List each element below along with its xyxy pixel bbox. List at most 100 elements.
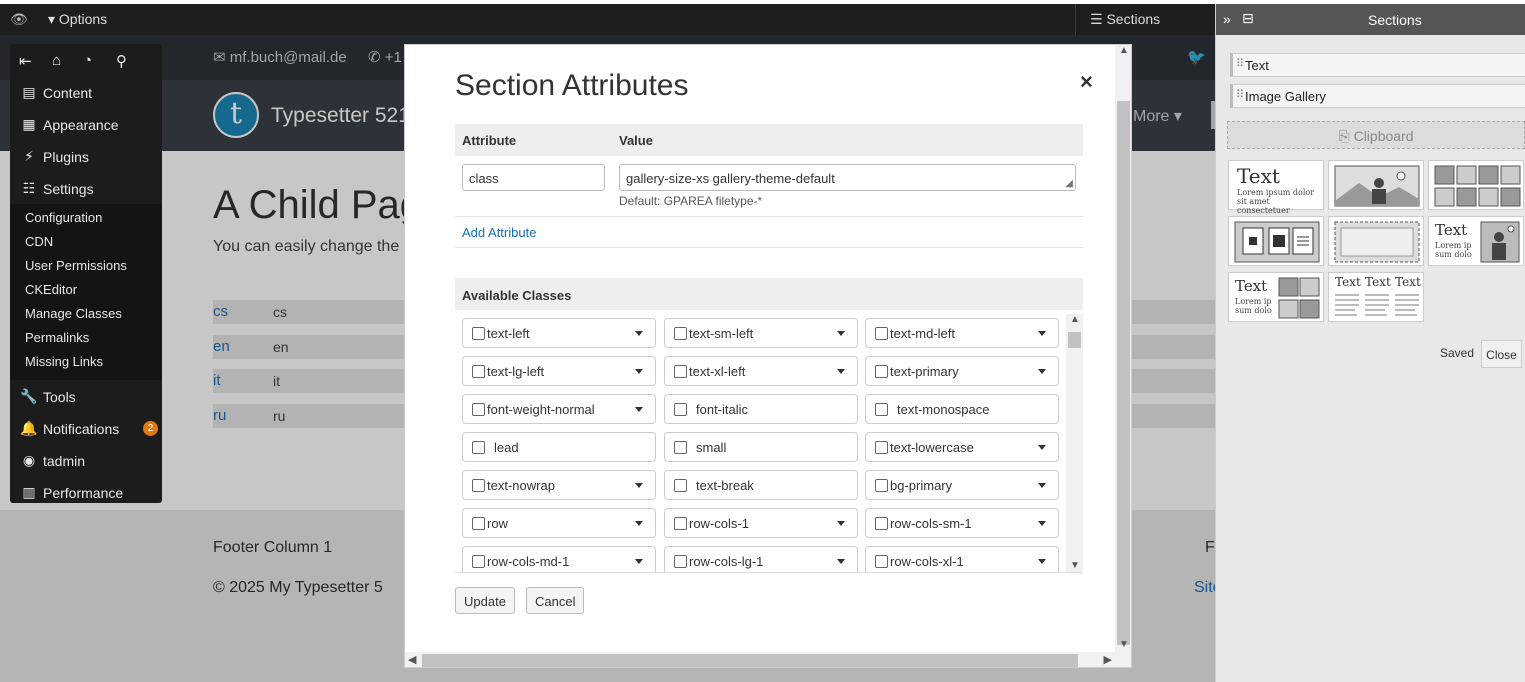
class-checkbox[interactable]	[875, 517, 888, 530]
class-checkbox[interactable]	[875, 403, 888, 416]
double-chevron-right-icon[interactable]: »	[1223, 11, 1231, 27]
class-option[interactable]: font-weight-normal	[462, 394, 656, 424]
cancel-button[interactable]: Cancel	[526, 587, 585, 614]
class-checkbox[interactable]	[472, 555, 485, 568]
scroll-left-icon[interactable]: ◀	[408, 653, 416, 666]
sections-toggle[interactable]: ☰ Sections	[1075, 4, 1215, 35]
class-list-scrollbar[interactable]: ▲ ▼	[1066, 314, 1083, 572]
scroll-up-icon[interactable]: ▲	[1119, 45, 1129, 56]
class-option[interactable]: text-left	[462, 318, 656, 348]
drag-handle-icon[interactable]: ⠿	[1236, 88, 1244, 101]
chevron-down-icon[interactable]	[635, 369, 643, 374]
class-option[interactable]: row-cols-md-1	[462, 546, 656, 572]
chevron-down-icon[interactable]	[635, 407, 643, 412]
chevron-down-icon[interactable]	[635, 521, 643, 526]
class-option[interactable]: text-nowrap	[462, 470, 656, 500]
class-checkbox[interactable]	[674, 479, 687, 492]
options-menu[interactable]: ▾ Options	[48, 11, 107, 28]
class-option[interactable]: lead	[462, 432, 656, 462]
scroll-down-icon[interactable]: ▼	[1070, 560, 1080, 571]
class-option[interactable]: small	[664, 432, 858, 462]
menu-tools[interactable]: 🔧 Tools	[10, 380, 162, 412]
menu-plugins[interactable]: ⚡ Plugins	[10, 140, 162, 172]
template-gallery-tile[interactable]	[1428, 160, 1524, 210]
menu-content[interactable]: ▤ Content	[10, 76, 162, 108]
scroll-right-icon[interactable]: ▶	[1104, 653, 1112, 666]
template-three-columns-tile[interactable]: Text Text Text	[1328, 272, 1424, 322]
class-checkbox[interactable]	[472, 327, 485, 340]
class-option[interactable]: row-cols-lg-1	[664, 546, 858, 572]
class-checkbox[interactable]	[472, 479, 485, 492]
class-option[interactable]: text-break	[664, 470, 858, 500]
class-checkbox[interactable]	[875, 479, 888, 492]
class-checkbox[interactable]	[875, 327, 888, 340]
home-icon[interactable]: ⌂	[52, 52, 61, 69]
class-checkbox[interactable]	[472, 365, 485, 378]
template-widgets-tile[interactable]	[1228, 216, 1324, 266]
dialog-vertical-scrollbar[interactable]: ▲ ▼	[1115, 45, 1131, 652]
class-option[interactable]: text-md-left	[865, 318, 1059, 348]
dialog-horizontal-scrollbar[interactable]: ◀ ▶	[405, 652, 1131, 667]
attribute-value-textarea[interactable]: gallery-size-xs gallery-theme-default ◢	[619, 164, 1076, 191]
chevron-down-icon[interactable]	[837, 559, 845, 564]
class-option[interactable]: font-italic	[664, 394, 858, 424]
scroll-thumb[interactable]	[1068, 332, 1081, 348]
menu-user[interactable]: ◉ tadmin	[10, 444, 162, 476]
class-checkbox[interactable]	[674, 555, 687, 568]
section-item-text[interactable]: ⠿ Text	[1230, 53, 1525, 77]
eye-slash-icon[interactable]: 👁	[10, 11, 28, 28]
submenu-manage-classes[interactable]: Manage Classes	[10, 304, 162, 328]
template-text-gallery-tile[interactable]: Text Lorem ip sum dolo	[1228, 272, 1324, 322]
chevron-down-icon[interactable]	[1038, 331, 1046, 336]
class-checkbox[interactable]	[472, 403, 485, 416]
class-option[interactable]: text-sm-left	[664, 318, 858, 348]
drag-handle-icon[interactable]: ⠿	[1236, 57, 1244, 70]
scroll-thumb[interactable]	[422, 654, 1078, 667]
class-option[interactable]: text-xl-left	[664, 356, 858, 386]
class-checkbox[interactable]	[875, 441, 888, 454]
submenu-cdn[interactable]: CDN	[10, 232, 162, 256]
chevron-down-icon[interactable]	[635, 559, 643, 564]
class-checkbox[interactable]	[875, 555, 888, 568]
class-checkbox[interactable]	[674, 365, 687, 378]
chevron-down-icon[interactable]	[837, 521, 845, 526]
scroll-down-icon[interactable]: ▼	[1119, 639, 1129, 650]
template-wrapper-tile[interactable]	[1328, 216, 1424, 266]
class-checkbox[interactable]	[472, 441, 485, 454]
class-option[interactable]: row-cols-xl-1	[865, 546, 1059, 572]
section-item-image-gallery[interactable]: ⠿ Image Gallery	[1230, 84, 1525, 108]
class-checkbox[interactable]	[674, 327, 687, 340]
minimize-icon[interactable]: ⊟	[1242, 10, 1254, 27]
submenu-configuration[interactable]: Configuration	[10, 208, 162, 232]
chevron-down-icon[interactable]	[1038, 483, 1046, 488]
template-image-tile[interactable]	[1328, 160, 1424, 210]
dashboard-icon[interactable]: ◔	[83, 52, 92, 69]
submenu-permalinks[interactable]: Permalinks	[10, 328, 162, 352]
chevron-down-icon[interactable]	[1038, 521, 1046, 526]
add-attribute-link[interactable]: Add Attribute	[462, 225, 536, 240]
collapse-icon[interactable]: ⇤	[19, 52, 32, 70]
scroll-thumb[interactable]	[1117, 101, 1130, 645]
update-button[interactable]: Update	[455, 587, 515, 614]
class-option[interactable]: text-lg-left	[462, 356, 656, 386]
search-icon[interactable]: ⚲	[116, 52, 127, 70]
class-checkbox[interactable]	[472, 517, 485, 530]
class-option[interactable]: row	[462, 508, 656, 538]
chevron-down-icon[interactable]	[837, 331, 845, 336]
submenu-missing-links[interactable]: Missing Links	[10, 352, 162, 376]
template-text-image-tile[interactable]: Text Lorem ip sum dolo	[1428, 216, 1524, 266]
menu-notifications[interactable]: 🔔 Notifications 2	[10, 412, 162, 444]
menu-appearance[interactable]: ▦ Appearance	[10, 108, 162, 140]
scroll-up-icon[interactable]: ▲	[1070, 314, 1080, 325]
menu-performance[interactable]: ▥ Performance	[10, 476, 162, 508]
close-button[interactable]: Close	[1481, 340, 1522, 368]
chevron-down-icon[interactable]	[1038, 369, 1046, 374]
chevron-down-icon[interactable]	[635, 483, 643, 488]
class-option[interactable]: row-cols-sm-1	[865, 508, 1059, 538]
class-option[interactable]: row-cols-1	[664, 508, 858, 538]
chevron-down-icon[interactable]	[837, 369, 845, 374]
attribute-name-input[interactable]: class	[462, 164, 605, 191]
class-checkbox[interactable]	[674, 517, 687, 530]
class-checkbox[interactable]	[674, 441, 687, 454]
class-option[interactable]: text-monospace	[865, 394, 1059, 424]
